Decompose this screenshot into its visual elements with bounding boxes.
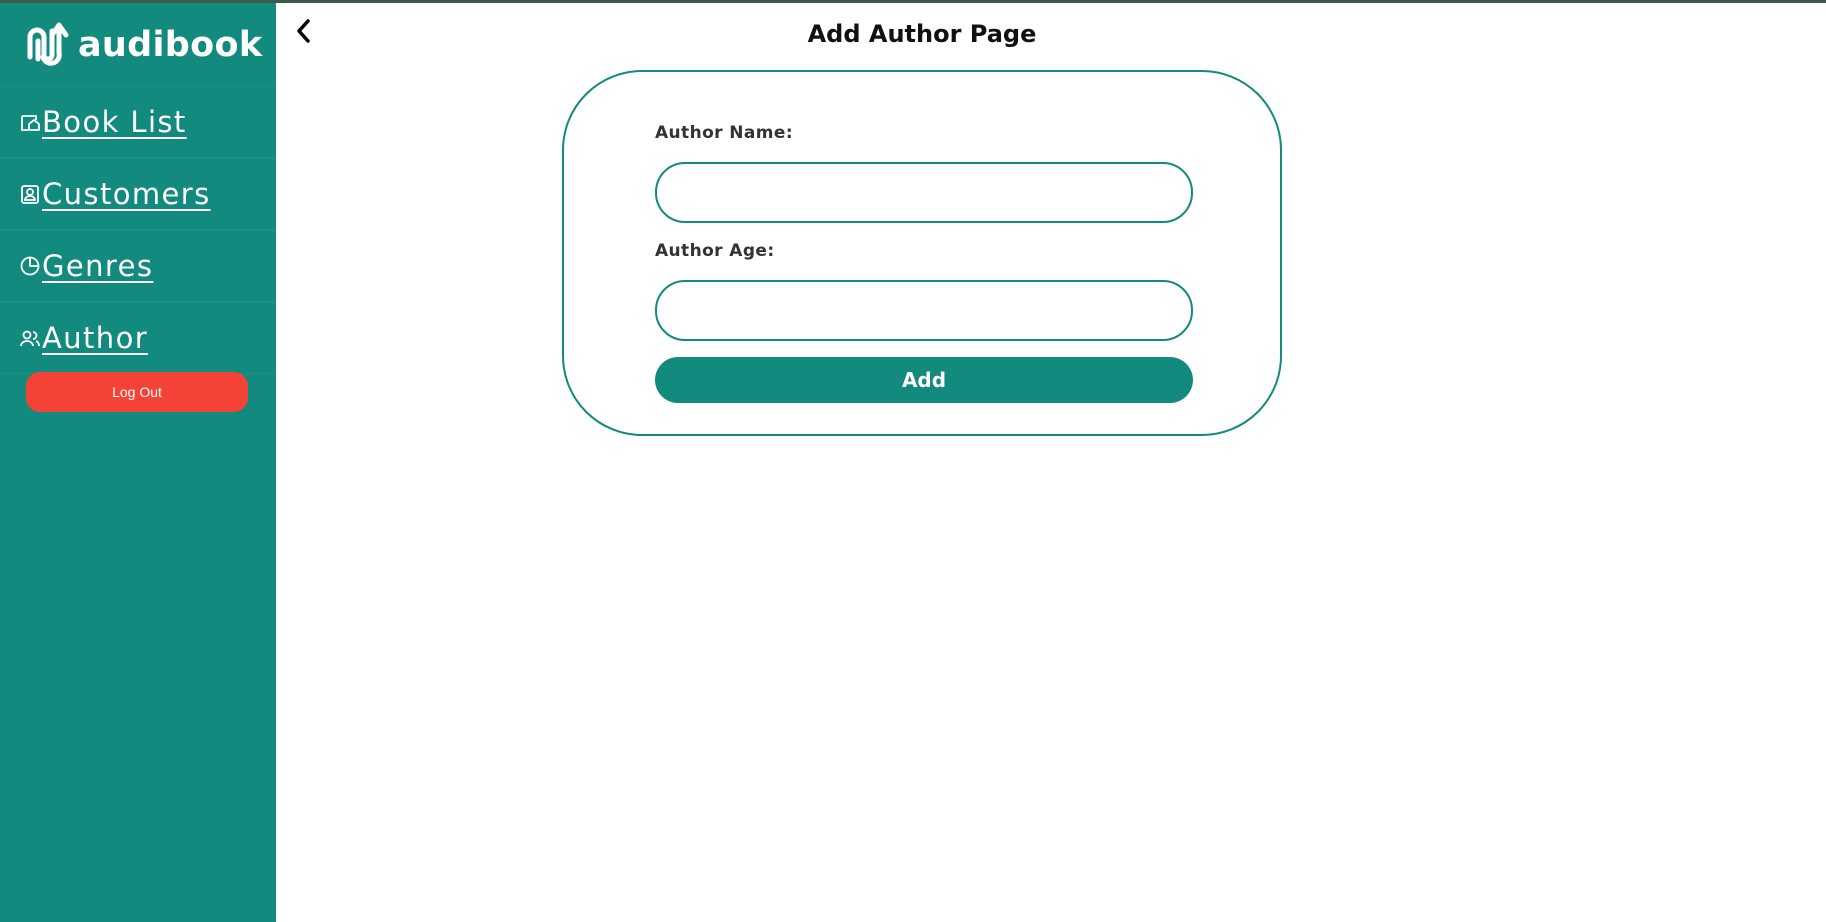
add-author-form: Author Name: Author Age: Add bbox=[562, 70, 1282, 436]
top-border bbox=[0, 0, 1826, 3]
book-list-icon bbox=[18, 110, 42, 134]
sidebar-item-label[interactable]: Genres bbox=[42, 249, 153, 283]
logout-button[interactable]: Log Out bbox=[26, 372, 248, 412]
author-name-input[interactable] bbox=[655, 162, 1193, 223]
customers-icon bbox=[18, 182, 42, 206]
sidebar-item-customers[interactable]: Customers bbox=[0, 158, 276, 230]
sidebar-nav: Book List Customers Genres Author bbox=[0, 86, 276, 374]
add-button[interactable]: Add bbox=[655, 357, 1193, 403]
sidebar-item-label[interactable]: Author bbox=[42, 321, 148, 355]
sidebar-item-book-list[interactable]: Book List bbox=[0, 86, 276, 158]
back-button[interactable] bbox=[292, 18, 316, 48]
sidebar-item-label[interactable]: Customers bbox=[42, 177, 211, 211]
sidebar-item-author[interactable]: Author bbox=[0, 302, 276, 374]
brand-logo[interactable]: audibook bbox=[26, 20, 262, 70]
sidebar-item-genres[interactable]: Genres bbox=[0, 230, 276, 302]
page-title: Add Author Page bbox=[807, 20, 1037, 48]
author-age-input[interactable] bbox=[655, 280, 1193, 341]
author-icon bbox=[18, 326, 42, 350]
chevron-left-icon bbox=[295, 18, 313, 48]
author-age-label: Author Age: bbox=[655, 241, 775, 261]
brand-name: audibook bbox=[78, 24, 263, 65]
audibook-logo-icon bbox=[26, 21, 72, 69]
genres-icon bbox=[18, 254, 42, 278]
sidebar-item-label[interactable]: Book List bbox=[42, 105, 187, 139]
sidebar: audibook Book List Customers Genres Auth… bbox=[0, 0, 276, 922]
author-name-label: Author Name: bbox=[655, 123, 794, 143]
